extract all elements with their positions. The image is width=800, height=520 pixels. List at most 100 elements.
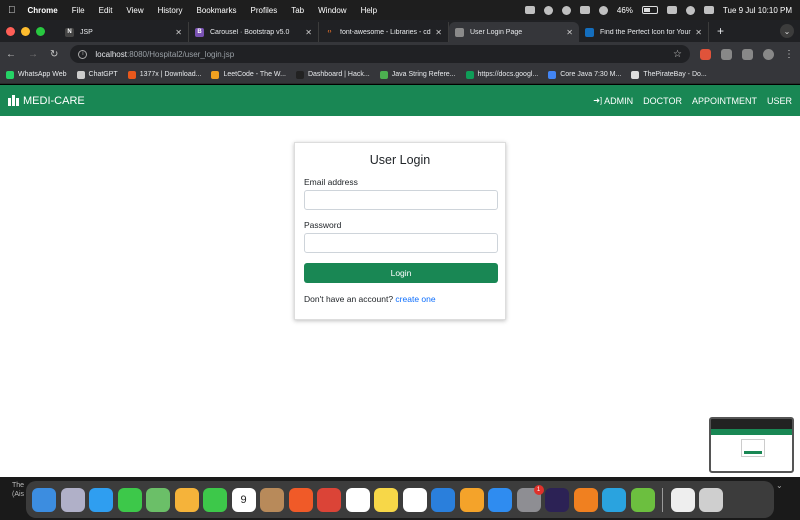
contacts-icon[interactable]: [260, 487, 284, 512]
menu-window[interactable]: Window: [318, 6, 346, 15]
menu-app-name[interactable]: Chrome: [28, 6, 58, 15]
chat-status-icon[interactable]: [543, 5, 553, 15]
tab-title: User Login Page: [470, 28, 523, 36]
photos-icon[interactable]: [174, 487, 199, 512]
finder-icon[interactable]: [32, 487, 56, 512]
site-navbar: MEDI-CARE ➜] ADMIN DOCTOR APPOINTMENT USE…: [0, 85, 800, 116]
reading-list-icon[interactable]: [742, 48, 753, 60]
screenshot-thumbnail-preview[interactable]: [709, 417, 794, 473]
close-tab-icon[interactable]: ✕: [695, 28, 702, 37]
puzzle-extensions-icon[interactable]: [721, 48, 732, 60]
media-play-icon[interactable]: [598, 5, 608, 15]
nav-appointment[interactable]: APPOINTMENT: [692, 96, 757, 106]
menu-file[interactable]: File: [72, 6, 85, 15]
brand-logo[interactable]: MEDI-CARE: [8, 95, 85, 107]
nav-doctor[interactable]: DOCTOR: [643, 96, 682, 106]
eclipse-icon[interactable]: [545, 487, 569, 512]
hackerrank-icon: [295, 70, 304, 79]
battery-icon[interactable]: [641, 6, 658, 14]
close-tab-icon[interactable]: ✕: [305, 28, 312, 37]
menu-profiles[interactable]: Profiles: [251, 6, 278, 15]
utorrent-icon[interactable]: [630, 487, 655, 512]
zoom-window-button[interactable]: [36, 26, 45, 36]
nav-user[interactable]: USER: [767, 96, 792, 106]
keynote-icon[interactable]: [431, 487, 455, 512]
menu-tab[interactable]: Tab: [291, 6, 304, 15]
menu-bookmarks[interactable]: Bookmarks: [197, 6, 237, 15]
facetime-icon[interactable]: [203, 487, 227, 512]
volume-icon[interactable]: [579, 6, 590, 14]
menu-help[interactable]: Help: [361, 6, 377, 15]
tab-find-icon[interactable]: Find the Perfect Icon for Your ✕: [579, 22, 709, 42]
bookmark-whatsapp[interactable]: WhatsApp Web: [6, 70, 67, 79]
app-store-icon[interactable]: [488, 487, 512, 512]
bookmark-hackerrank[interactable]: Dashboard | Hack...: [295, 70, 370, 79]
close-tab-icon[interactable]: ✕: [566, 28, 573, 37]
new-tab-icon[interactable]: +: [717, 24, 724, 38]
nav-admin[interactable]: ➜] ADMIN: [593, 96, 633, 106]
vpn-status-icon[interactable]: [561, 5, 571, 15]
forward-arrow-icon[interactable]: →: [28, 49, 38, 60]
bookmark-chatgpt[interactable]: ChatGPT: [76, 70, 118, 79]
freeform-icon[interactable]: [402, 487, 427, 512]
trash-icon[interactable]: [699, 487, 723, 512]
menu-history[interactable]: History: [158, 6, 183, 15]
tab-jsp[interactable]: N JSP ✕: [59, 22, 189, 42]
bookmark-label: https://docs.googl...: [477, 71, 539, 78]
bookmark-1377x[interactable]: 1377x | Download...: [127, 70, 201, 79]
system-settings-icon[interactable]: 1: [516, 484, 544, 512]
search-icon[interactable]: [685, 5, 695, 15]
email-field[interactable]: [304, 190, 498, 210]
reload-icon[interactable]: ↻: [50, 49, 58, 60]
preview-icon[interactable]: [670, 487, 695, 512]
vlc-icon[interactable]: [573, 487, 598, 512]
notes-icon[interactable]: [374, 487, 398, 512]
bookmark-label: ThePirateBay - Do...: [643, 71, 707, 78]
close-tab-icon[interactable]: ✕: [175, 28, 182, 37]
clock[interactable]: Tue 9 Jul 10:10 PM: [723, 6, 792, 15]
control-center-icon[interactable]: [703, 6, 714, 14]
calendar-icon[interactable]: 9: [231, 487, 256, 512]
tab-font-awesome[interactable]: ‹› font-awesome - Libraries - cd ✕: [319, 22, 449, 42]
profile-avatar-icon[interactable]: [763, 48, 774, 60]
bookmark-google-docs[interactable]: https://docs.googl...: [465, 70, 539, 79]
browser-tab-strip: N JSP ✕ B Carousel · Bootstrap v5.0 ✕ ‹›…: [0, 20, 800, 42]
bookmark-star-icon[interactable]: ☆: [673, 49, 682, 60]
tab-title: Find the Perfect Icon for Your: [600, 28, 691, 36]
password-field[interactable]: [304, 233, 498, 253]
site-info-icon[interactable]: i: [78, 49, 88, 59]
tab-favicon-icon: [455, 27, 464, 37]
bookmark-core-java[interactable]: Core Java 7:30 M...: [548, 70, 621, 79]
close-tab-icon[interactable]: ✕: [435, 28, 442, 37]
maps-icon[interactable]: [146, 487, 170, 512]
login-button[interactable]: Login: [304, 263, 498, 283]
messages-icon[interactable]: [117, 487, 142, 512]
vlc-status-icon[interactable]: [524, 6, 535, 14]
tab-carousel-bootstrap[interactable]: B Carousel · Bootstrap v5.0 ✕: [189, 22, 319, 42]
bookmark-java-string[interactable]: Java String Refere...: [379, 70, 456, 79]
bookmark-thepiratebay[interactable]: ThePirateBay - Do...: [631, 70, 707, 79]
thumbnail-page: [711, 435, 792, 471]
bookmark-leetcode[interactable]: LeetCode - The W...: [211, 70, 286, 79]
telegram-icon[interactable]: [602, 487, 626, 512]
address-bar[interactable]: i localhost :8080/Hospital2/user_login.j…: [70, 45, 690, 63]
menu-edit[interactable]: Edit: [99, 6, 113, 15]
reminders-icon[interactable]: [345, 487, 370, 512]
tab-search-chevron-icon[interactable]: ⌄: [780, 24, 794, 38]
extension-icon[interactable]: [700, 48, 711, 60]
apple-icon[interactable]: : [8, 5, 16, 16]
menu-view[interactable]: View: [126, 6, 143, 15]
minimize-window-button[interactable]: [21, 26, 30, 36]
close-window-button[interactable]: [6, 26, 15, 36]
launchpad-icon[interactable]: [60, 487, 85, 512]
back-arrow-icon[interactable]: ←: [6, 49, 16, 60]
create-account-link[interactable]: create one: [395, 294, 435, 304]
brand-name: MEDI-CARE: [23, 94, 85, 107]
tab-user-login-page[interactable]: User Login Page ✕: [449, 22, 579, 42]
wifi-icon[interactable]: [666, 6, 677, 14]
pages-icon[interactable]: [459, 487, 484, 512]
chrome-icon[interactable]: [317, 487, 341, 512]
brave-icon[interactable]: [288, 487, 313, 512]
safari-icon[interactable]: [89, 487, 113, 512]
more-menu-icon[interactable]: ⋮: [784, 49, 794, 60]
